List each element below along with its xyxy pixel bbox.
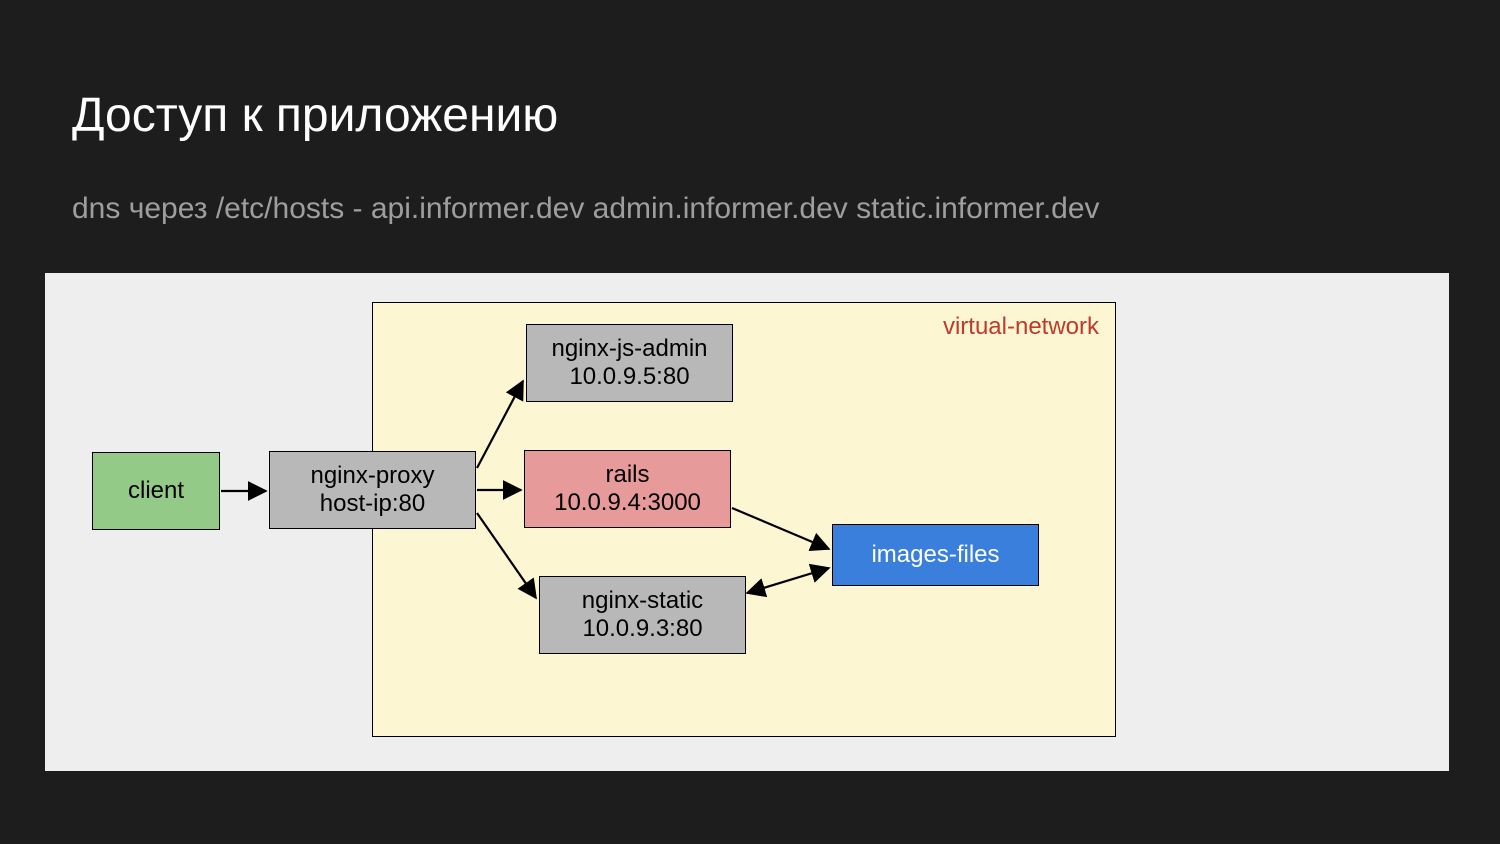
node-client-label: client bbox=[128, 477, 184, 505]
node-nginx-js-admin-addr: 10.0.9.5:80 bbox=[569, 363, 689, 391]
node-images-files: images-files bbox=[832, 524, 1039, 586]
slide: Доступ к приложению dns через /etc/hosts… bbox=[0, 0, 1500, 844]
slide-title: Доступ к приложению bbox=[72, 88, 558, 143]
node-rails-addr: 10.0.9.4:3000 bbox=[554, 489, 701, 517]
node-nginx-static: nginx-static 10.0.9.3:80 bbox=[539, 576, 746, 654]
node-nginx-js-admin: nginx-js-admin 10.0.9.5:80 bbox=[526, 324, 733, 402]
node-client: client bbox=[92, 452, 220, 530]
node-rails: rails 10.0.9.4:3000 bbox=[524, 450, 731, 528]
node-nginx-js-admin-name: nginx-js-admin bbox=[551, 335, 707, 363]
node-nginx-proxy: nginx-proxy host-ip:80 bbox=[269, 451, 476, 529]
node-nginx-static-addr: 10.0.9.3:80 bbox=[582, 615, 702, 643]
node-images-files-label: images-files bbox=[871, 541, 999, 569]
diagram-canvas: virtual-network client nginx-proxy host-… bbox=[45, 273, 1449, 771]
node-nginx-proxy-name: nginx-proxy bbox=[310, 462, 434, 490]
virtual-network-container: virtual-network bbox=[372, 302, 1116, 737]
virtual-network-label: virtual-network bbox=[943, 313, 1099, 341]
node-nginx-proxy-addr: host-ip:80 bbox=[320, 490, 425, 518]
slide-subtitle: dns через /etc/hosts - api.informer.dev … bbox=[72, 192, 1100, 226]
node-rails-name: rails bbox=[605, 461, 649, 489]
node-nginx-static-name: nginx-static bbox=[582, 587, 703, 615]
